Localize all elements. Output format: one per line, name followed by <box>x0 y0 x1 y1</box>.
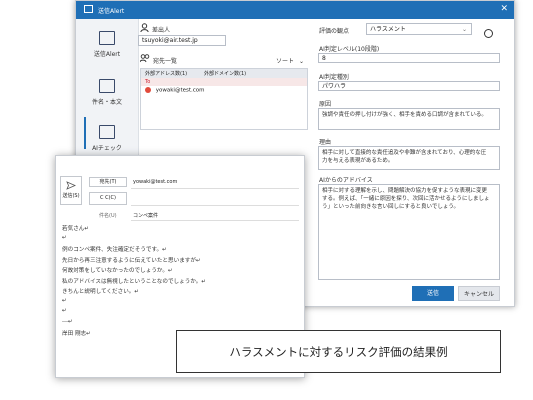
viewpoint-label: 評価の観点 <box>319 28 350 35</box>
body-line: 何故対策をしていなかったのでしょうか。↵ <box>62 268 173 274</box>
envelope-icon <box>99 31 115 45</box>
level-label: AI判定レベル(10段階) <box>319 46 380 53</box>
send-button[interactable]: 送信 <box>412 286 454 301</box>
to-group-row: To <box>141 78 307 86</box>
advice-textarea[interactable]: 相手に対する理解を示し、問題解決の協力を促すような表現に変更する。例えば、「一緒… <box>318 184 500 280</box>
send-arrow-icon <box>66 181 76 190</box>
close-icon[interactable]: ✕ <box>500 4 508 14</box>
external-address-count: 外部アドレス数(1) <box>145 71 188 77</box>
ai-check-icon <box>99 125 115 139</box>
nav-item-label: 件名・本文 <box>91 99 122 106</box>
cause-text: 強調や責任の押し付けが強く、相手を責める口調が含まれている。 <box>322 112 487 118</box>
recipients-label: 宛先一覧 <box>153 58 178 65</box>
recipient-address: yowaki@test.com <box>155 87 205 94</box>
zoom-search-button[interactable] <box>484 23 493 42</box>
body-line: ↵ <box>62 308 67 314</box>
body-line: 若気さん↵ <box>62 226 90 232</box>
cause-textarea[interactable]: 強調や責任の押し付けが強く、相手を責める口調が含まれている。 <box>318 108 500 130</box>
cancel-button[interactable]: キャンセル <box>458 286 500 301</box>
external-domain-count: 外部ドメイン数(1) <box>204 71 247 77</box>
recipient-list-header: 外部アドレス数(1) 外部ドメイン数(1) <box>141 69 307 78</box>
to-button[interactable]: 宛先(T) <box>89 177 127 187</box>
body-line: きちんと説明してください。↵ <box>62 289 140 295</box>
viewpoint-value: ハラスメント <box>370 26 406 33</box>
nav-item-subject-body[interactable]: 件名・本文 <box>76 79 138 106</box>
caption-box: ハラスメントに対するリスク評価の結果例 <box>176 330 501 373</box>
sort-label: ソート <box>276 58 295 65</box>
to-label: To <box>145 79 151 85</box>
divider <box>131 220 299 221</box>
body-line: ---↵ <box>62 318 73 325</box>
chevron-down-icon: ⌄ <box>298 58 304 65</box>
sort-button[interactable]: ソート ⌄ <box>276 56 304 65</box>
nav-item-label: AIチェック <box>92 145 122 152</box>
subject-field[interactable]: コンペ案件 <box>133 212 158 219</box>
subject-label: 件名(U) <box>99 213 117 219</box>
body-line: ↵ <box>62 297 67 304</box>
advice-label: AIからのアドバイス <box>319 177 373 184</box>
reason-text: 相手に対して直接的な責任追及や非難が含まれており、心理的な圧力を与える表現がある… <box>322 150 487 164</box>
body-line: ↵ <box>62 234 67 241</box>
warning-dot-icon <box>145 87 151 93</box>
window-title: 送信Alert <box>98 8 125 15</box>
advice-text: 相手に対する理解を示し、問題解決の協力を促すような表現に変更する。例えば、「一緒… <box>322 188 490 210</box>
chevron-down-icon: ⌄ <box>461 26 467 33</box>
sender-field[interactable]: tsuyoki@air.test.jp <box>138 35 226 46</box>
cause-label: 原因 <box>319 101 332 108</box>
magnifier-plus-icon <box>484 29 493 38</box>
sender-label: 差出人 <box>152 27 171 34</box>
reason-label: 理由 <box>319 139 332 146</box>
type-label: AI判定種別 <box>319 74 349 81</box>
app-icon <box>84 5 93 13</box>
reason-textarea[interactable]: 相手に対して直接的な責任追及や非難が含まれており、心理的な圧力を与える表現がある… <box>318 146 500 170</box>
body-line: 例のコンペ案件、失注確定だそうです。↵ <box>62 247 167 253</box>
title-bar: 送信Alert ✕ <box>76 1 514 19</box>
body-line: 先日から再三注意するように伝えていたと思いますが↵ <box>62 257 201 264</box>
viewpoint-select[interactable]: ハラスメント ⌄ <box>366 23 472 35</box>
nav-item-send-alert[interactable]: 送信Alert <box>76 31 138 58</box>
body-line: 岸田 剛志↵ <box>62 331 91 337</box>
divider <box>131 205 299 206</box>
recipient-list: 外部アドレス数(1) 外部ドメイン数(1) To yowaki@test.com <box>140 68 308 130</box>
level-field[interactable]: 8 <box>318 53 500 63</box>
nav-item-ai-check[interactable]: AIチェック <box>76 125 138 152</box>
person-icon <box>140 23 149 32</box>
cc-button[interactable]: C C(C) <box>89 192 127 205</box>
document-icon <box>99 79 115 93</box>
body-line: 私のアドバイスは無視したということなのでしょうか。↵ <box>62 278 207 285</box>
compose-send-button[interactable]: 送信(S) <box>60 176 82 205</box>
people-icon <box>140 54 150 63</box>
type-field[interactable]: パワハラ <box>318 81 500 91</box>
nav-item-label: 送信Alert <box>93 51 121 58</box>
list-item[interactable]: yowaki@test.com <box>145 87 205 94</box>
divider <box>131 188 299 189</box>
compose-send-label: 送信(S) <box>62 193 80 199</box>
compose-to-field[interactable]: yowaki@test.com <box>133 179 177 185</box>
